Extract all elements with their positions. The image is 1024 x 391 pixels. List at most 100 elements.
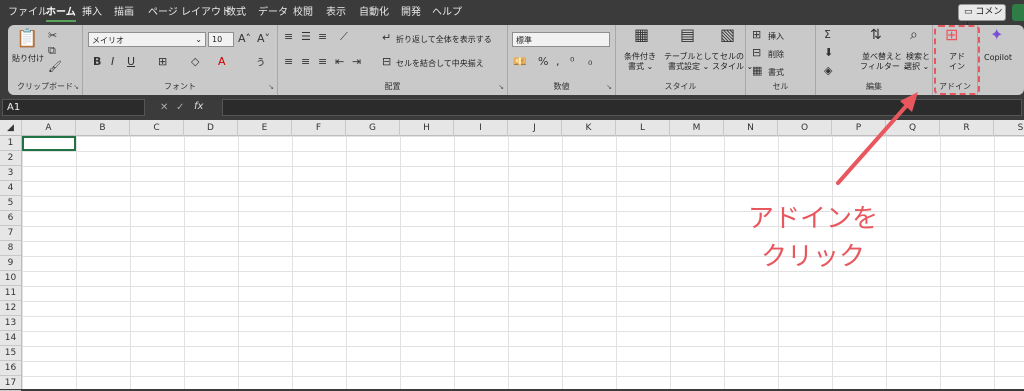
column-header[interactable]: N	[724, 120, 778, 136]
format-as-table-line2[interactable]: 書式設定 ⌄	[668, 61, 709, 72]
share-button[interactable]	[1012, 4, 1024, 21]
cancel-icon[interactable]: ✕	[160, 102, 168, 113]
column-header[interactable]: Q	[886, 120, 940, 136]
tab-formulas[interactable]: 数式	[226, 4, 246, 22]
row-header[interactable]: 14	[0, 331, 21, 346]
row-header[interactable]: 6	[0, 211, 21, 226]
comma-icon[interactable]: ,	[556, 56, 560, 68]
column-header[interactable]: H	[400, 120, 454, 136]
find-select-icon[interactable]: ⌕	[910, 28, 918, 42]
conditional-formatting-line2[interactable]: 書式 ⌄	[628, 61, 653, 72]
column-header[interactable]: F	[292, 120, 346, 136]
row-header[interactable]: 8	[0, 241, 21, 256]
column-header[interactable]: J	[508, 120, 562, 136]
underline-icon[interactable]: U	[127, 56, 135, 68]
tab-data[interactable]: データ	[258, 4, 288, 22]
enter-icon[interactable]: ✓	[176, 102, 184, 113]
tab-view[interactable]: 表示	[326, 4, 346, 22]
currency-icon[interactable]: 💴	[513, 56, 527, 68]
font-color-icon[interactable]: A	[218, 56, 226, 68]
format-as-table-icon[interactable]: ▤	[680, 27, 695, 43]
format-painter-icon[interactable]: 🖌	[48, 61, 62, 73]
column-header[interactable]: M	[670, 120, 724, 136]
column-header[interactable]: R	[940, 120, 994, 136]
column-header[interactable]: S	[994, 120, 1024, 136]
format-cells-icon[interactable]: ▦	[752, 65, 762, 77]
select-all-corner[interactable]: ◢	[0, 120, 22, 136]
conditional-formatting-icon[interactable]: ▦	[634, 27, 649, 43]
merge-center-button[interactable]: セルを結合して中央揃え	[396, 58, 484, 69]
font-name-select[interactable]: メイリオ ⌄	[88, 32, 206, 47]
row-header[interactable]: 5	[0, 196, 21, 211]
copilot-button[interactable]: Copilot	[984, 53, 1012, 62]
row-header[interactable]: 7	[0, 226, 21, 241]
comment-button[interactable]: ▭ コメント	[958, 4, 1006, 32]
cut-icon[interactable]: ✂	[48, 30, 57, 42]
row-header[interactable]: 10	[0, 271, 21, 286]
percent-icon[interactable]: %	[538, 56, 548, 68]
align-top-icon[interactable]: ≡	[284, 31, 293, 43]
wrap-text-icon[interactable]: ↵	[382, 32, 391, 44]
align-right-icon[interactable]: ≡	[318, 56, 327, 68]
tab-page-layout[interactable]: ページ レイアウト	[148, 4, 231, 22]
row-header[interactable]: 1	[0, 136, 21, 151]
decrease-indent-icon[interactable]: ⇤	[335, 56, 344, 68]
clear-icon[interactable]: ◈	[824, 65, 832, 77]
column-header[interactable]: G	[346, 120, 400, 136]
tab-file[interactable]: ファイル	[8, 4, 48, 22]
sort-filter-line2[interactable]: フィルター ⌄	[860, 61, 909, 72]
autosum-icon[interactable]: Σ	[824, 29, 831, 41]
column-header[interactable]: O	[778, 120, 832, 136]
tab-draw[interactable]: 描画	[114, 4, 134, 22]
fill-color-icon[interactable]: ◇	[191, 56, 199, 68]
row-header[interactable]: 2	[0, 151, 21, 166]
row-header[interactable]: 3	[0, 166, 21, 181]
formula-input[interactable]	[222, 99, 1022, 116]
orientation-icon[interactable]: ⟋	[340, 31, 348, 43]
column-header[interactable]: I	[454, 120, 508, 136]
merge-center-icon[interactable]: ⊟	[382, 56, 391, 68]
tab-insert[interactable]: 挿入	[82, 4, 102, 22]
row-header[interactable]: 13	[0, 316, 21, 331]
decrease-decimal-icon[interactable]: ₀	[588, 56, 592, 68]
column-header[interactable]: E	[238, 120, 292, 136]
column-header[interactable]: P	[832, 120, 886, 136]
tab-developer[interactable]: 開発	[401, 4, 421, 22]
row-header[interactable]: 12	[0, 301, 21, 316]
selected-cell-a1[interactable]	[22, 136, 76, 151]
bold-icon[interactable]: B	[93, 56, 101, 68]
paste-label[interactable]: 貼り付け	[12, 53, 44, 64]
insert-function-icon[interactable]: fx	[194, 101, 203, 112]
column-header[interactable]: K	[562, 120, 616, 136]
column-header[interactable]: D	[184, 120, 238, 136]
row-header[interactable]: 15	[0, 346, 21, 361]
phonetic-icon[interactable]: ぅ	[255, 56, 266, 68]
delete-cells-button[interactable]: 削除	[768, 49, 784, 60]
shrink-font-icon[interactable]: A˅	[257, 33, 270, 45]
row-header[interactable]: 9	[0, 256, 21, 271]
align-bottom-icon[interactable]: ≡	[318, 31, 327, 43]
borders-icon[interactable]: ⊞	[158, 56, 167, 68]
dialog-launcher-icon[interactable]: ↘	[268, 83, 274, 91]
column-header[interactable]: L	[616, 120, 670, 136]
dialog-launcher-icon[interactable]: ↘	[606, 83, 612, 91]
increase-decimal-icon[interactable]: ⁰	[570, 56, 574, 68]
insert-cells-icon[interactable]: ⊞	[752, 29, 761, 41]
align-center-icon[interactable]: ≡	[301, 56, 310, 68]
align-middle-icon[interactable]: ☰	[301, 31, 311, 43]
row-header[interactable]: 11	[0, 286, 21, 301]
wrap-text-button[interactable]: 折り返して全体を表示する	[396, 34, 492, 45]
cell-styles-icon[interactable]: ▧	[720, 27, 735, 43]
find-select-line2[interactable]: 選択 ⌄	[904, 61, 929, 72]
fill-icon[interactable]: ⬇	[824, 47, 833, 59]
tab-review[interactable]: 校閲	[293, 4, 313, 22]
format-cells-button[interactable]: 書式	[768, 67, 784, 78]
increase-indent-icon[interactable]: ⇥	[352, 56, 361, 68]
tab-automate[interactable]: 自動化	[359, 4, 389, 22]
row-header[interactable]: 4	[0, 181, 21, 196]
sort-filter-icon[interactable]: ⇅	[870, 28, 882, 42]
grow-font-icon[interactable]: A˄	[238, 33, 251, 45]
dialog-launcher-icon[interactable]: ↘	[498, 83, 504, 91]
column-header[interactable]: A	[22, 120, 76, 136]
copy-icon[interactable]: ⧉	[48, 45, 56, 57]
